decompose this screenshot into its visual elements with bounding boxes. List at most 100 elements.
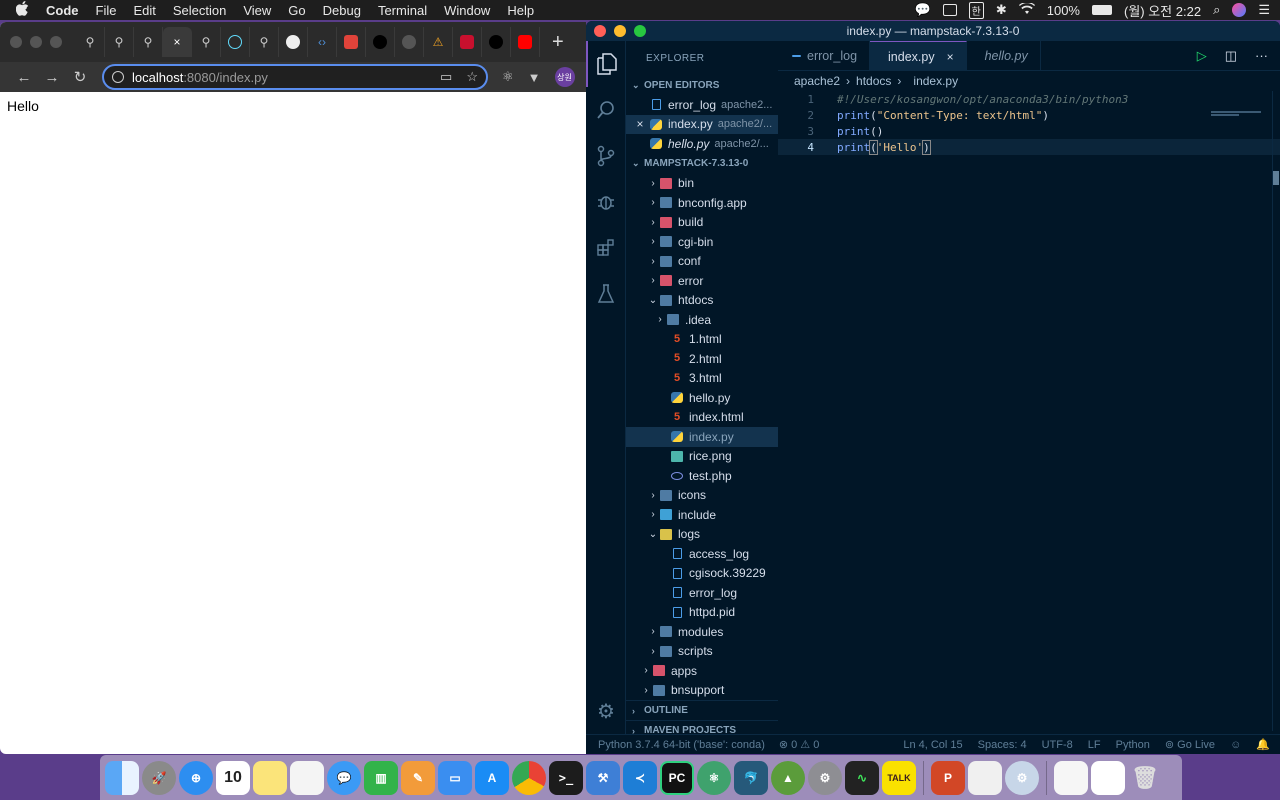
tree-folder[interactable]: › bnsupport [626,681,778,701]
clock[interactable]: (월) 오전 2:22 [1124,1,1201,20]
vscode-icon[interactable]: ≺ [623,760,657,795]
tree-file[interactable]: 5 3.html [626,369,778,389]
tree-folder[interactable]: › error [626,271,778,291]
tree-folder[interactable]: › bnconfig.app [626,193,778,213]
browser-zoom-button[interactable] [50,36,62,48]
settings-gear-icon[interactable]: ⚙ [586,688,626,734]
notes-icon[interactable] [253,760,287,795]
browser-close-button[interactable] [10,36,22,48]
tab-hello-py[interactable]: hello.py [967,41,1041,71]
more-actions-icon[interactable]: ··· [1255,48,1268,63]
activity-monitor-icon[interactable]: ∿ [845,760,879,795]
close-icon[interactable]: × [630,117,650,131]
back-arrow-icon[interactable]: ← [10,69,38,86]
spreadsheet-file-icon[interactable] [1054,760,1088,795]
menu-debug[interactable]: Debug [323,3,361,18]
trash-icon[interactable]: 🗑 [1128,761,1162,795]
browser-minimize-button[interactable] [30,36,42,48]
tree-folder-open[interactable]: ⌄ htdocs [626,291,778,311]
site-info-icon[interactable] [112,71,124,83]
messages-icon[interactable]: 💬 [914,2,930,18]
numbers-icon[interactable]: ▥ [364,760,398,795]
scrollbar-thumb[interactable] [1273,171,1279,185]
xcode-icon[interactable]: ⚒ [586,760,620,795]
pycharm-icon[interactable]: PC [660,760,694,795]
cursor-position[interactable]: Ln 4, Col 15 [903,739,962,751]
input-source-icon[interactable]: 한 [968,1,984,19]
bluetooth-icon[interactable]: ✱ [996,2,1007,18]
language-mode[interactable]: Python [1116,739,1150,751]
tree-file[interactable]: test.php [626,466,778,486]
browser-tab[interactable] [511,27,540,57]
breadcrumb-item[interactable]: index.py [913,74,958,88]
menu-code[interactable]: Code [46,3,79,18]
browser-tab[interactable]: ⚲ [250,27,279,57]
feedback-icon[interactable]: ☺ [1230,739,1241,751]
browser-tab[interactable] [395,27,424,57]
encoding[interactable]: UTF-8 [1042,739,1073,751]
display-icon[interactable] [942,4,957,16]
spotlight-icon[interactable]: ⌕ [1213,2,1220,18]
bell-icon[interactable]: 🔔 [1256,738,1270,751]
browser-tab[interactable] [337,27,366,57]
browser-tab[interactable]: ‹› [308,27,337,57]
python-interpreter[interactable]: Python 3.7.4 64-bit ('base': conda) [598,739,765,751]
calendar-icon[interactable]: 10 [216,760,250,795]
menu-file[interactable]: File [96,3,117,18]
workspace-header[interactable]: ⌄ MAMPSTACK-7.3.13-0 [626,154,778,174]
open-editor-item[interactable]: error_log apache2... [626,95,778,115]
tree-file-selected[interactable]: index.py [626,427,778,447]
kakaotalk-icon[interactable]: TALK [882,760,916,795]
tree-folder[interactable]: › build [626,213,778,233]
profile-avatar[interactable]: 상원 [554,67,575,87]
testing-flask-icon[interactable] [586,271,626,317]
textedit-icon[interactable] [290,760,324,795]
file-thumbnail-icon[interactable] [1091,760,1125,795]
new-tab-button[interactable]: + [552,31,564,54]
powerpoint-icon[interactable]: P [931,760,965,795]
zoom-window-button[interactable] [634,25,646,37]
mysql-workbench-icon[interactable]: 🐬 [734,760,768,795]
tree-folder[interactable]: › scripts [626,642,778,662]
run-icon[interactable]: ▷ [1197,48,1207,64]
browser-tab[interactable]: ⚲ [192,27,221,57]
tree-file[interactable]: 5 1.html [626,330,778,350]
tree-file[interactable]: rice.png [626,447,778,467]
tab-close-icon[interactable]: × [173,35,180,49]
tab-close-icon[interactable]: × [947,50,954,64]
tree-folder[interactable]: › modules [626,622,778,642]
apple-icon[interactable] [15,1,32,19]
browser-tab[interactable]: ⚲ [105,27,134,57]
open-editor-item[interactable]: hello.py apache2/... [626,134,778,154]
notification-center-icon[interactable]: ☰ [1258,2,1270,18]
editor-scrollbar[interactable] [1272,91,1280,731]
pages-icon[interactable]: ✎ [401,760,435,795]
indentation[interactable]: Spaces: 4 [978,739,1027,751]
cast-icon[interactable]: ▭ [440,69,452,85]
split-editor-icon[interactable]: ◫ [1225,48,1237,64]
browser-tab[interactable]: ⚠ [424,27,453,57]
debug-icon[interactable] [586,179,626,225]
tree-folder[interactable]: › bin [626,174,778,194]
tree-folder-open[interactable]: ⌄ logs [626,525,778,545]
menu-help[interactable]: Help [507,3,534,18]
address-bar[interactable]: localhost:8080/index.py ▭ ☆ [102,64,488,90]
app-store-icon[interactable]: A [475,760,509,795]
tab-index-py[interactable]: index.py × [870,41,967,71]
messages-icon[interactable]: 💬 [327,760,361,795]
terminal-icon[interactable]: >_ [549,760,583,795]
menu-selection[interactable]: Selection [173,3,226,18]
browser-tab[interactable]: ⚲ [134,27,163,57]
tree-file[interactable]: access_log [626,544,778,564]
menu-terminal[interactable]: Terminal [378,3,427,18]
open-editors-header[interactable]: ⌄ OPEN EDITORS [626,75,778,95]
bookmark-star-icon[interactable]: ☆ [466,69,478,85]
breadcrumb-item[interactable]: htdocs [856,74,891,88]
menu-window[interactable]: Window [444,3,490,18]
react-devtools-icon[interactable]: ⚛ [502,69,514,85]
maven-projects-header[interactable]: › MAVEN PROJECTS [626,720,778,734]
problems-count[interactable]: ⊗ 0 ⚠ 0 [779,738,819,751]
menu-edit[interactable]: Edit [133,3,155,18]
tree-folder[interactable]: › include [626,505,778,525]
forward-arrow-icon[interactable]: → [38,69,66,86]
